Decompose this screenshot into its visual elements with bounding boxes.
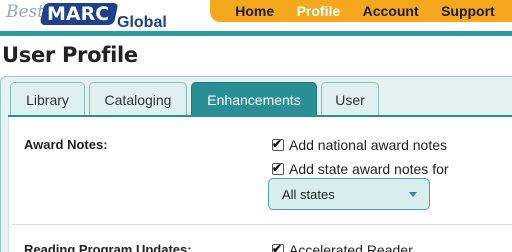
section-divider [12,224,512,225]
national-award-option[interactable]: ✔ Add national award notes [272,137,447,153]
logo-global-text: Global [117,14,167,31]
logo-marc-text: MARC [47,3,110,25]
national-award-label: Add national award notes [289,137,447,153]
header: Best MARC ™ Global Home Profile Account … [0,0,512,36]
tab-cataloging[interactable]: Cataloging [89,82,187,116]
accelerated-reader-option[interactable]: ✔ Accelerated Reader [272,242,413,252]
accelerated-reader-label: Accelerated Reader [289,242,413,252]
logo-trademark: ™ [111,4,118,11]
state-award-option[interactable]: ✔ Add state award notes for [272,161,449,177]
nav-account[interactable]: Account [363,3,419,19]
header-divider [0,31,512,36]
accelerated-reader-checkbox[interactable]: ✔ [272,242,284,252]
tab-library[interactable]: Library [10,82,85,116]
state-award-label: Add state award notes for [289,161,449,177]
checkmark-icon: ✔ [272,137,283,151]
states-select[interactable]: All states [268,178,430,210]
page-title: User Profile [2,43,138,67]
nav-profile[interactable]: Profile [297,3,341,19]
logo-best-text: Best [6,2,45,22]
state-award-checkbox[interactable]: ✔ [272,161,284,175]
checkmark-icon: ✔ [272,242,283,252]
checkmark-icon: ✔ [272,161,283,175]
states-select-value: All states [282,186,335,202]
chevron-down-icon [409,192,417,197]
nav-home[interactable]: Home [235,3,274,19]
reading-program-label: Reading Program Updates: [24,242,192,252]
tab-user[interactable]: User [321,82,379,116]
tab-enhancements[interactable]: Enhancements [191,82,317,116]
award-notes-label: Award Notes: [24,137,108,152]
nav-support[interactable]: Support [441,3,495,19]
national-award-checkbox[interactable]: ✔ [272,137,284,151]
top-nav: Home Profile Account Support [210,0,512,22]
